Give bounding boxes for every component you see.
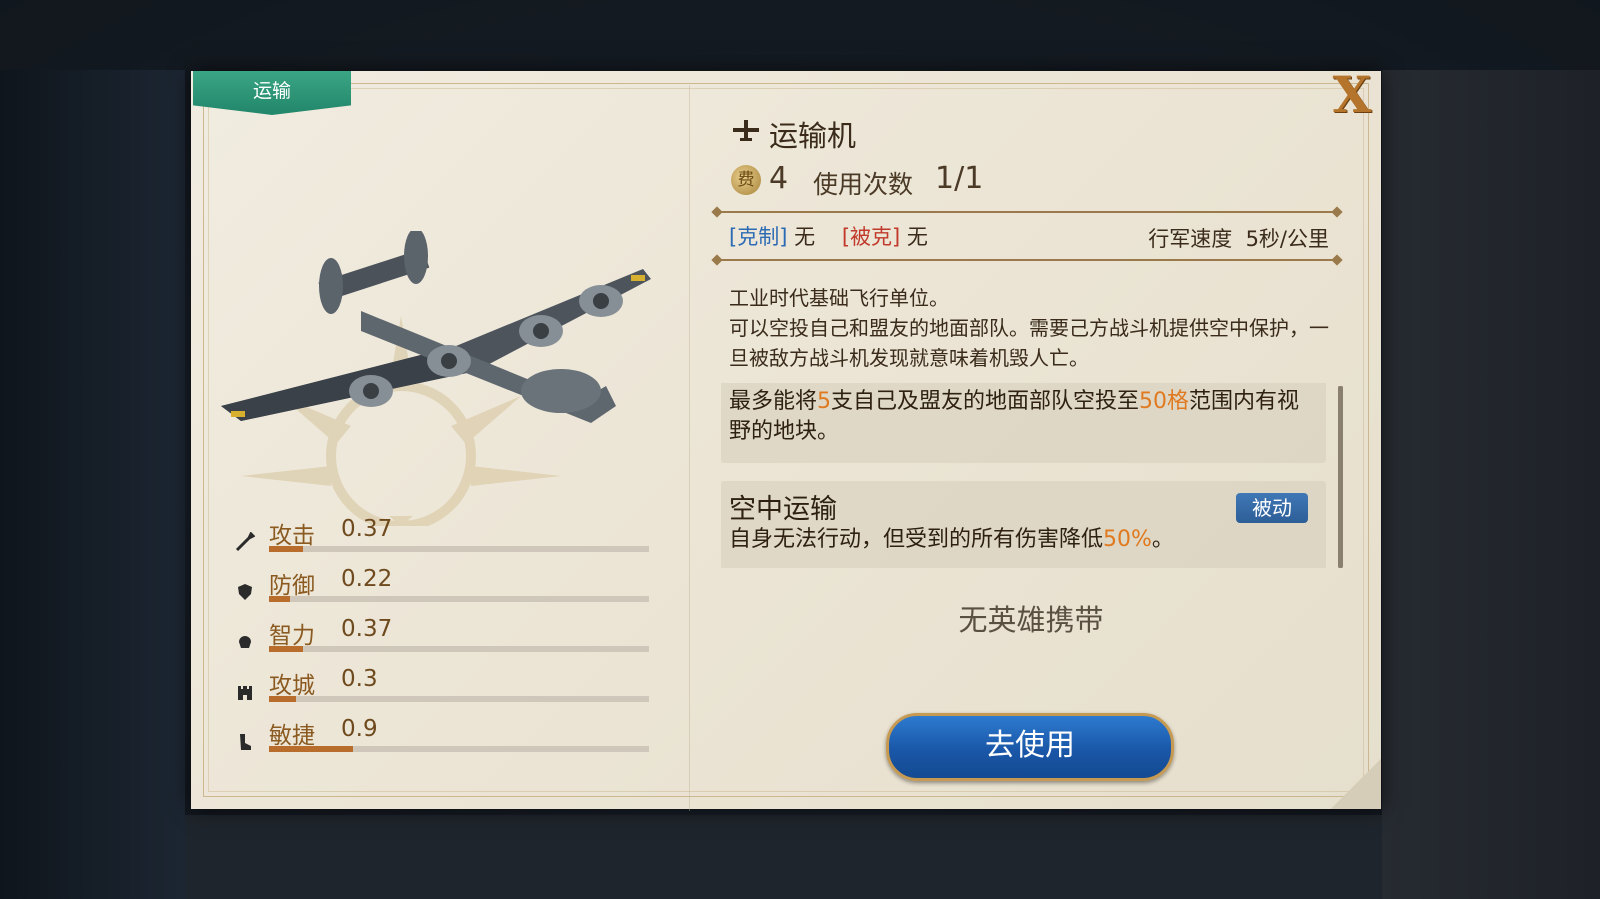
background-bottom	[185, 815, 1382, 899]
stat-value: 0.37	[341, 616, 393, 642]
stat-row-intellect: 智力 0.37	[231, 616, 661, 666]
stat-bar	[269, 696, 649, 702]
countered-label: [被克]	[841, 225, 901, 249]
speed-value: 5秒/公里	[1245, 227, 1329, 251]
counters-label: [克制]	[729, 225, 788, 249]
skill-card: 最多能将5支自己及盟友的地面部队空投至50格范围内有视野的地块。	[721, 383, 1326, 463]
plane-icon	[733, 120, 759, 141]
ornament-divider	[711, 254, 1343, 266]
stat-name: 防御	[269, 573, 315, 599]
stat-name: 敏捷	[269, 723, 315, 749]
skills-scrollbar[interactable]	[1338, 386, 1343, 568]
stat-bar-fill	[269, 646, 304, 652]
stat-value: 0.3	[341, 666, 378, 692]
boot-icon	[235, 732, 255, 752]
castle-icon	[235, 682, 255, 702]
stat-bar	[269, 746, 649, 752]
brain-icon	[235, 632, 255, 652]
unit-detail-dialog: 运输 X 攻击 0.37 防御 0.22 智力 0.37 攻城 0.3 敏捷 0…	[191, 70, 1381, 811]
shield-icon	[235, 582, 255, 602]
ornament-divider	[711, 206, 1343, 218]
march-speed: 行军速度 5秒/公里	[1148, 223, 1329, 253]
description-line: 工业时代基础飞行单位。	[729, 286, 949, 310]
panel-divider	[689, 85, 690, 811]
skills-scroll-area[interactable]: 最多能将5支自己及盟友的地面部队空投至50格范围内有视野的地块。 空中运输 被动…	[721, 383, 1336, 568]
unit-description: 工业时代基础飞行单位。 可以空投自己和盟友的地面部队。需要己方战斗机提供空中保护…	[729, 283, 1329, 373]
stat-bar-fill	[269, 696, 296, 702]
stat-value: 0.37	[341, 516, 393, 542]
stat-bar	[269, 596, 649, 602]
stat-bar-fill	[269, 596, 290, 602]
use-button[interactable]: 去使用	[886, 713, 1174, 781]
skill-card: 空中运输 被动 自身无法行动，但受到的所有伤害降低50%。	[721, 481, 1326, 568]
cost-coin-icon: 费	[731, 165, 761, 195]
skill-description: 最多能将5支自己及盟友的地面部队空投至50格范围内有视野的地块。	[729, 389, 1300, 444]
no-hero-text: 无英雄携带	[958, 603, 1104, 637]
stats-list: 攻击 0.37 防御 0.22 智力 0.37 攻城 0.3 敏捷 0.9	[231, 516, 661, 766]
stat-row-attack: 攻击 0.37	[231, 516, 661, 566]
counters-value: 无	[794, 225, 816, 249]
stat-name: 智力	[269, 623, 315, 649]
background-sidebar	[0, 70, 185, 899]
stat-row-defense: 防御 0.22	[231, 566, 661, 616]
uses-value: 1/1	[935, 161, 984, 196]
scrollbar-thumb[interactable]	[1338, 386, 1343, 568]
uses-label: 使用次数	[813, 170, 914, 199]
cost-value: 4	[769, 161, 789, 196]
close-button[interactable]: X	[1323, 70, 1381, 121]
stat-value: 0.9	[341, 716, 378, 742]
stat-row-siege: 攻城 0.3	[231, 666, 661, 716]
background-right	[1382, 70, 1600, 899]
description-line: 可以空投自己和盟友的地面部队。需要己方战斗机提供空中保护，一旦被敌方战斗机发现就…	[729, 316, 1329, 370]
unit-name: 运输机	[769, 119, 857, 153]
sword-icon	[235, 531, 256, 552]
skill-name: 空中运输	[729, 494, 837, 525]
countered-value: 无	[906, 225, 928, 249]
passive-badge: 被动	[1236, 493, 1308, 523]
stat-name: 攻击	[269, 523, 315, 549]
stat-name: 攻城	[269, 673, 315, 699]
stat-row-agility: 敏捷 0.9	[231, 716, 661, 766]
speed-label: 行军速度	[1148, 227, 1233, 251]
stat-bar	[269, 646, 649, 652]
stat-bar-fill	[269, 746, 353, 752]
category-tag: 运输	[193, 71, 351, 115]
background-top-bar	[0, 0, 1600, 70]
stat-bar	[269, 546, 649, 552]
corner-decoration	[1331, 759, 1381, 809]
stat-bar-fill	[269, 546, 304, 552]
counter-row: [克制] 无 [被克] 无 行军速度 5秒/公里	[729, 221, 1329, 251]
stat-value: 0.22	[341, 566, 393, 592]
skill-description: 自身无法行动，但受到的所有伤害降低50%。	[729, 527, 1174, 552]
transport-plane-image	[221, 231, 651, 423]
